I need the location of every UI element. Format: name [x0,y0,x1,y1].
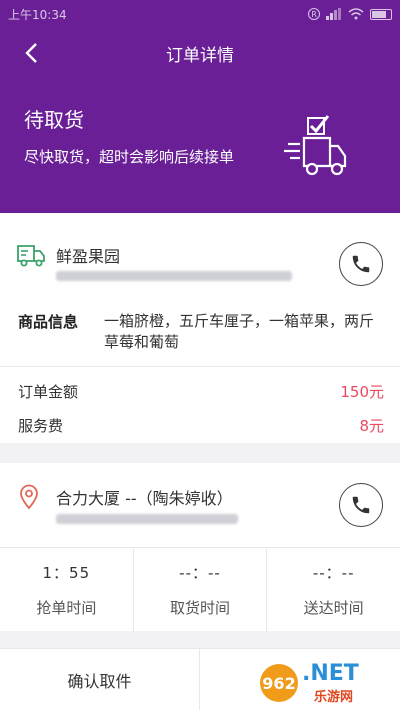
chevron-left-icon [25,43,37,63]
signal-icon [326,8,341,20]
delivery-card: 合力大厦 --（陶朱婷收） 1：55 抢单时间 --：-- 取货时间 --：--… [0,463,400,631]
status-time: 上午10:34 [8,7,67,22]
delivered-time-value: --：-- [312,563,355,582]
page-title: 订单详情 [166,45,234,66]
call-recipient-button[interactable] [339,483,383,527]
delivery-recipient: 合力大厦 --（陶朱婷收） [56,489,233,508]
shop-address-redacted [56,271,292,281]
pickup-time-value: --：-- [179,563,221,582]
order-status-subtitle: 尽快取货，超时会影响后续接单 [24,148,235,166]
r-badge-icon: R [308,8,320,20]
order-amount-value: 150元 [340,383,384,401]
delivered-time-label: 送达时间 [303,598,364,617]
delivered-time-cell: --：-- 送达时间 [267,548,400,631]
service-fee-row: 服务费 8元 [18,415,384,436]
grab-time-cell: 1：55 抢单时间 [0,548,134,631]
watermark-logo: 962 .NET 乐游网 [260,660,390,705]
grab-time-value: 1：55 [42,563,91,582]
watermark-badge: 962 [260,664,298,702]
grab-time-label: 抢单时间 [36,598,97,617]
location-pin-icon [20,484,38,510]
shop-truck-icon [17,245,45,267]
goods-label: 商品信息 [18,313,79,331]
watermark-net: .NET [302,661,359,686]
pickup-time-cell: --：-- 取货时间 [134,548,268,631]
nav-bar: 订单详情 [0,28,400,78]
delivery-address-redacted [56,514,238,524]
phone-icon [352,255,370,273]
back-button[interactable] [16,38,46,68]
order-amount-row: 订单金额 150元 [18,381,384,402]
confirm-pickup-button[interactable]: 确认取件 [0,649,200,710]
battery-icon [370,8,392,20]
time-grid: 1：55 抢单时间 --：-- 取货时间 --：-- 送达时间 [0,547,400,631]
bottom-action-bar: 确认取件 962 .NET 乐游网 [0,648,400,710]
goods-value: 一箱脐橙，五斤车厘子，一箱苹果，两斤草莓和葡萄 [104,312,375,351]
status-icons: R [308,8,392,20]
call-shop-button[interactable] [339,242,383,286]
service-fee-value: 8元 [359,417,384,435]
phone-icon [352,496,370,514]
fee-card: 订单金额 150元 服务费 8元 [0,366,400,443]
status-bar: 上午10:34 R [0,0,400,28]
delivery-truck-icon [284,115,347,176]
watermark-cn: 乐游网 [314,690,354,705]
service-fee-label: 服务费 [18,417,64,435]
wifi-icon [348,8,364,20]
shop-card: 鲜盈果园 商品信息 一箱脐橙，五斤车厘子，一箱苹果，两斤草莓和葡萄 [0,213,400,366]
pickup-time-label: 取货时间 [170,598,231,617]
order-amount-label: 订单金额 [18,383,79,401]
shop-name: 鲜盈果园 [56,247,121,266]
order-status-title: 待取货 [24,108,84,132]
